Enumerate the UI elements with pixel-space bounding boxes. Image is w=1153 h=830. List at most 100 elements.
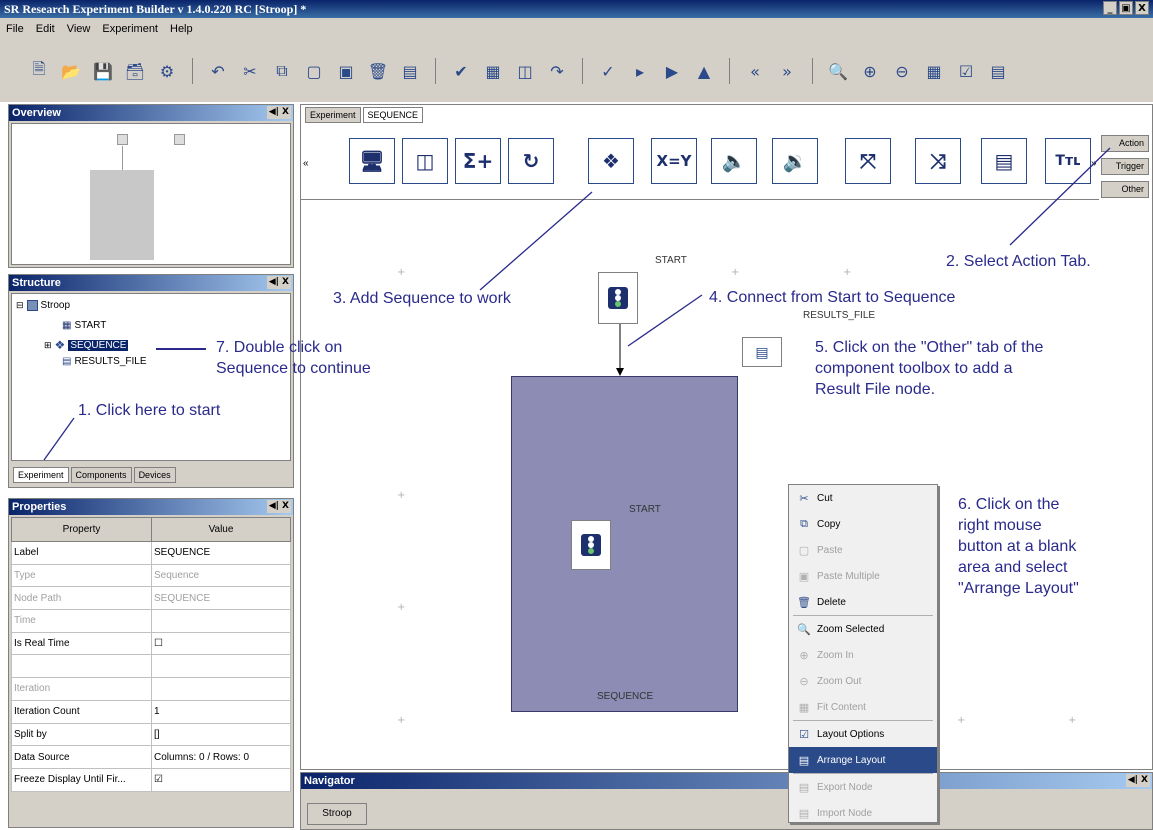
drift-correct-icon[interactable]: ⤧ — [845, 138, 891, 184]
save-icon[interactable]: 💾 — [92, 60, 114, 82]
menu-item-layout-options[interactable]: ☑ Layout Options — [789, 721, 937, 747]
split-by-field[interactable]: [] — [151, 722, 291, 747]
table-row[interactable]: Data Source Columns: 0 / Rows: 0 — [11, 745, 291, 769]
menu-item-delete[interactable]: 🗑 Delete — [789, 589, 937, 615]
collapse-icon[interactable]: ⊟ — [16, 300, 24, 311]
paste-icon[interactable]: ▢ — [303, 60, 325, 82]
table-row[interactable]: Time — [11, 609, 291, 633]
iteration-count-field[interactable]: 1 — [151, 699, 291, 724]
sequence-container-icon[interactable]: ◫ — [402, 138, 448, 184]
menu-item-zoom-selected[interactable]: 🔍 Zoom Selected — [789, 616, 937, 642]
zoom-icon[interactable]: 🔍 — [827, 60, 849, 82]
table-row[interactable]: Iteration Count 1 — [11, 699, 291, 724]
is-real-time-checkbox[interactable]: ☐ — [151, 631, 291, 656]
overview-canvas[interactable] — [11, 123, 291, 265]
inner-start-node[interactable] — [571, 520, 611, 570]
loop-icon[interactable]: ↻ — [508, 138, 554, 184]
tree-item-sequence[interactable]: ⊞ ❖ SEQUENCE — [44, 338, 129, 352]
minimize-button[interactable]: _ — [1103, 1, 1117, 15]
library-icon[interactable]: ◫ — [514, 60, 536, 82]
tab-devices[interactable]: Devices — [133, 467, 176, 483]
zoom-in-icon: ⊕ — [799, 648, 809, 662]
navigator-stroop-button[interactable]: Stroop — [307, 803, 367, 825]
copy-icon[interactable]: ⧉ — [271, 60, 293, 82]
run-icon[interactable]: ▸ — [629, 60, 651, 82]
menu-view[interactable]: View — [67, 23, 91, 35]
arrange-layout-icon[interactable]: ▤ — [987, 60, 1009, 82]
close-button[interactable]: X — [1135, 1, 1149, 15]
table-row[interactable]: Node Path SEQUENCE — [11, 586, 291, 611]
export-icon[interactable]: ↷ — [546, 60, 568, 82]
cut-icon[interactable]: ✂ — [239, 60, 261, 82]
undo-icon[interactable]: ↶ — [207, 60, 229, 82]
delete-icon[interactable]: 🗑 — [367, 60, 389, 82]
prev-icon[interactable]: « — [744, 60, 766, 82]
zoom-in-icon[interactable]: ⊕ — [859, 60, 881, 82]
display-screen-icon[interactable]: 🖥 — [349, 138, 395, 184]
menu-item-copy[interactable]: ⧉ Copy — [789, 511, 937, 537]
update-attribute-icon[interactable]: X=Y — [651, 138, 697, 184]
chart-icon[interactable]: ▦ — [482, 60, 504, 82]
results-file-node[interactable]: ▤ — [742, 337, 782, 367]
menu-file[interactable]: File — [6, 23, 24, 35]
tab-editor-experiment[interactable]: Experiment — [305, 107, 361, 123]
grid-marker: + — [1068, 715, 1077, 726]
zoom-out-icon[interactable]: ⊖ — [891, 60, 913, 82]
play-sound-icon[interactable]: 🔈 — [711, 138, 757, 184]
tree-item-start[interactable]: ▦ START — [62, 320, 106, 331]
properties-icon[interactable]: ▤ — [399, 60, 421, 82]
send-message-icon[interactable]: ▤ — [981, 138, 1027, 184]
sequence-icon[interactable]: ❖ — [588, 138, 634, 184]
panel-close-icon[interactable]: ◀| X — [1125, 774, 1150, 787]
scroll-left-icon[interactable]: « — [303, 158, 309, 169]
menu-item-arrange-layout[interactable]: ▤ Arrange Layout — [789, 747, 937, 773]
table-row[interactable]: Split by[] — [11, 722, 291, 747]
panel-close-icon[interactable]: ◀| X — [266, 106, 291, 119]
tab-components[interactable]: Components — [70, 467, 132, 483]
table-row[interactable]: Label SEQUENCE — [11, 541, 291, 565]
property-value[interactable]: SEQUENCE — [151, 541, 291, 565]
deploy-icon[interactable]: ▲ — [693, 60, 715, 82]
tab-editor-sequence[interactable]: SEQUENCE — [362, 107, 424, 123]
new-icon[interactable]: 🗎 — [28, 59, 50, 82]
camera-setup-icon[interactable]: ⤨ — [915, 138, 961, 184]
menu-experiment[interactable]: Experiment — [102, 23, 158, 35]
table-row[interactable]: Type Sequence — [11, 563, 291, 588]
menu-item-cut[interactable]: ✂ Cut — [789, 485, 937, 511]
tree-item-root[interactable]: ⊟ Stroop — [16, 300, 70, 311]
paste-multiple-icon[interactable]: ▣ — [335, 60, 357, 82]
tab-other[interactable]: Other — [1101, 181, 1149, 198]
data-source-field[interactable]: Columns: 0 / Rows: 0 — [151, 745, 291, 769]
tab-trigger[interactable]: Trigger — [1101, 158, 1149, 175]
scroll-right-icon[interactable]: » — [1091, 158, 1097, 169]
expand-icon[interactable]: ⊞ — [44, 340, 52, 351]
next-icon[interactable]: » — [776, 60, 798, 82]
play-icon[interactable]: ▶ — [661, 60, 683, 82]
menu-help[interactable]: Help — [170, 23, 193, 35]
play-sound-control-icon[interactable]: 🔉 — [772, 138, 818, 184]
table-row[interactable]: Iteration — [11, 677, 291, 701]
layout-options-icon[interactable]: ☑ — [955, 60, 977, 82]
add-to-accumulator-icon[interactable]: Σ+ — [455, 138, 501, 184]
tab-experiment[interactable]: Experiment — [13, 467, 69, 483]
start-node[interactable] — [598, 272, 638, 324]
open-icon[interactable]: 📂 — [60, 60, 82, 82]
test-icon[interactable]: ✓ — [597, 60, 619, 82]
panel-close-icon[interactable]: ◀| X — [266, 500, 291, 513]
text-resource-icon[interactable]: Tтʟ — [1045, 138, 1091, 184]
workspace-canvas[interactable]: Experiment SEQUENCE « 🖥 ◫ Σ+ ↻ ❖ X=Y 🔈 🔉… — [300, 104, 1153, 770]
panel-close-icon[interactable]: ◀| X — [266, 276, 291, 289]
save-all-icon[interactable]: 🗃 — [124, 60, 146, 82]
freeze-display-checkbox[interactable]: ☑ — [151, 767, 291, 792]
table-row[interactable]: Is Real Time ☐ — [11, 631, 291, 656]
table-row[interactable]: Freeze Display Until Fir... ☑ — [11, 767, 291, 792]
check-icon[interactable]: ✔ — [450, 60, 472, 82]
menu-edit[interactable]: Edit — [36, 23, 55, 35]
tab-action[interactable]: Action — [1101, 135, 1149, 152]
fit-icon[interactable]: ▦ — [923, 60, 945, 82]
tree-item-results-file[interactable]: ▤ RESULTS_FILE — [62, 356, 147, 367]
maximize-button[interactable]: ▣ — [1119, 1, 1133, 15]
property-value — [151, 677, 291, 701]
sequence-node[interactable]: START SEQUENCE — [511, 376, 738, 712]
build-icon[interactable]: ⚙ — [156, 60, 178, 82]
